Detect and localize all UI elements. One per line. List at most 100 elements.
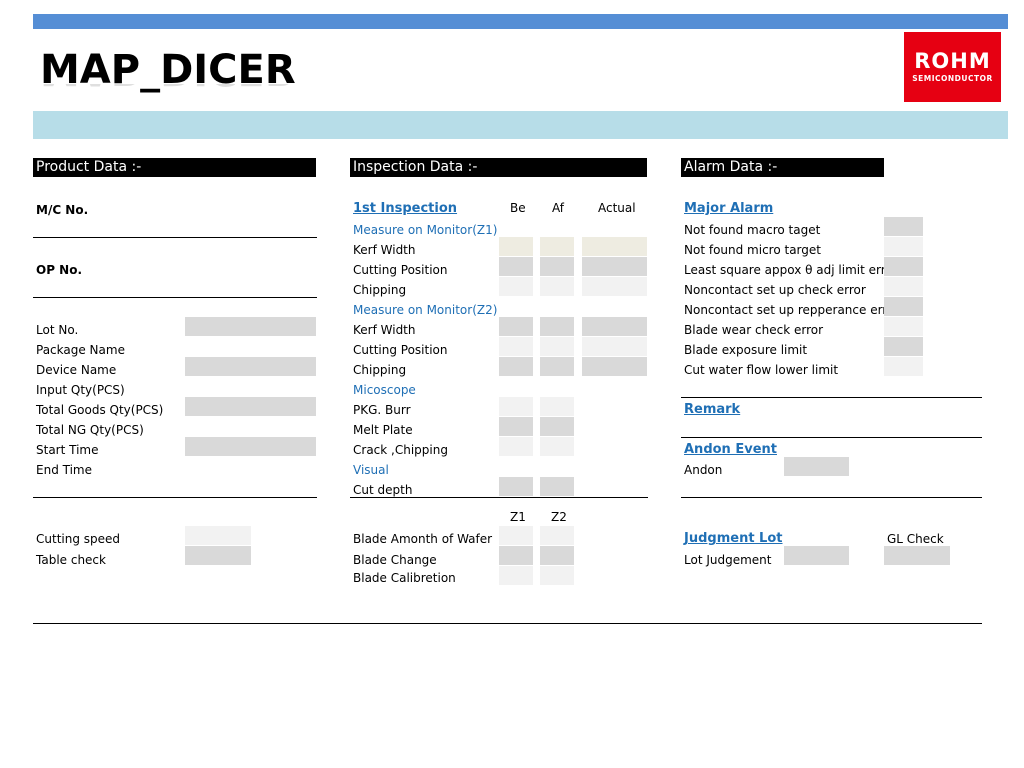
kerf-z2-actual-field[interactable]	[582, 317, 647, 336]
col-af-header: Af	[552, 201, 565, 215]
kerf-z1-af-field[interactable]	[540, 237, 574, 256]
alarm-field[interactable]	[884, 237, 923, 256]
kerf-z1-actual-field[interactable]	[582, 237, 647, 256]
lot-judgement-label: Lot Judgement	[684, 553, 772, 567]
gl-check-label: GL Check	[887, 532, 944, 546]
monitor-z1-label: Measure on Monitor(Z1)	[353, 223, 498, 237]
melt-plate-af-field[interactable]	[540, 417, 574, 436]
pkg-burr-af-field[interactable]	[540, 397, 574, 416]
gl-check-field[interactable]	[884, 546, 950, 565]
crack-af-field[interactable]	[540, 437, 574, 456]
first-inspection-link[interactable]: 1st Inspection	[353, 201, 457, 216]
blade-amount-z1-field[interactable]	[499, 526, 533, 545]
logo-sub-text: SEMICONDUCTOR	[912, 74, 993, 83]
cutting-speed-field[interactable]	[185, 526, 251, 545]
chip-z1-be-field[interactable]	[499, 277, 533, 296]
col-z2-header: Z2	[551, 510, 567, 524]
op-no-label: OP No.	[36, 263, 83, 277]
chip-z2-af-field[interactable]	[540, 357, 574, 376]
start-time-label: Start Time	[36, 443, 99, 457]
package-name-label: Package Name	[36, 343, 125, 357]
inspection-data-header: Inspection Data :-	[350, 158, 647, 177]
device-name-label: Device Name	[36, 363, 117, 377]
alarm-data-header: Alarm Data :-	[681, 158, 884, 177]
cutting-position-z1-label: Cutting Position	[353, 263, 448, 277]
andon-label: Andon	[684, 463, 723, 477]
alarm-item: Cut water flow lower limit	[684, 363, 839, 377]
alarm-field[interactable]	[884, 317, 923, 336]
crack-be-field[interactable]	[499, 437, 533, 456]
divider	[33, 297, 317, 298]
kerf-width-z1-label: Kerf Width	[353, 243, 416, 257]
alarm-field[interactable]	[884, 257, 923, 276]
alarm-field[interactable]	[884, 277, 923, 296]
cutting-speed-label: Cutting speed	[36, 532, 121, 546]
blade-change-z1-field[interactable]	[499, 546, 533, 565]
kerf-z1-be-field[interactable]	[499, 237, 533, 256]
microscope-label: Micoscope	[353, 383, 416, 397]
cutpos-z1-actual-field[interactable]	[582, 257, 647, 276]
andon-event-link[interactable]: Andon Event	[684, 442, 777, 457]
cut-depth-be-field[interactable]	[499, 477, 533, 496]
top-accent-bar	[33, 14, 1008, 29]
product-data-header: Product Data :-	[33, 158, 316, 177]
divider	[350, 497, 648, 498]
major-alarm-link[interactable]: Major Alarm	[684, 201, 773, 216]
remark-link[interactable]: Remark	[684, 402, 740, 417]
sub-header-bar	[33, 111, 1008, 139]
mc-no-label: M/C No.	[36, 203, 89, 217]
lot-no-field[interactable]	[185, 317, 316, 336]
col-z1-header: Z1	[510, 510, 526, 524]
blade-calibration-label: Blade Calibretion	[353, 571, 456, 585]
kerf-z2-be-field[interactable]	[499, 317, 533, 336]
alarm-item: Not found micro target	[684, 243, 821, 257]
blade-amount-z2-field[interactable]	[540, 526, 574, 545]
kerf-z2-af-field[interactable]	[540, 317, 574, 336]
blade-cal-z1-field[interactable]	[499, 566, 533, 585]
total-goods-field[interactable]	[185, 397, 316, 416]
chip-z2-actual-field[interactable]	[582, 357, 647, 376]
alarm-item: Noncontact set up repperance err	[684, 303, 888, 317]
start-time-field[interactable]	[185, 437, 316, 456]
cutpos-z2-be-field[interactable]	[499, 337, 533, 356]
cutpos-z2-actual-field[interactable]	[582, 337, 647, 356]
divider	[33, 237, 317, 238]
alarm-item: Noncontact set up check error	[684, 283, 866, 297]
visual-label: Visual	[353, 463, 389, 477]
device-name-field[interactable]	[185, 357, 316, 376]
alarm-field[interactable]	[884, 217, 923, 236]
chip-z1-af-field[interactable]	[540, 277, 574, 296]
chipping-z2-label: Chipping	[353, 363, 407, 377]
blade-cal-z2-field[interactable]	[540, 566, 574, 585]
andon-field[interactable]	[784, 457, 849, 476]
blade-amount-label: Blade Amonth of Wafer	[353, 532, 493, 546]
lot-judgement-field[interactable]	[784, 546, 849, 565]
alarm-field[interactable]	[884, 297, 923, 316]
crack-chipping-label: Crack ,Chipping	[353, 443, 448, 457]
lot-no-label: Lot No.	[36, 323, 79, 337]
pkg-burr-be-field[interactable]	[499, 397, 533, 416]
chip-z2-be-field[interactable]	[499, 357, 533, 376]
alarm-field[interactable]	[884, 337, 923, 356]
table-check-label: Table check	[36, 553, 106, 567]
alarm-item: Blade exposure limit	[684, 343, 808, 357]
cutpos-z1-af-field[interactable]	[540, 257, 574, 276]
melt-plate-be-field[interactable]	[499, 417, 533, 436]
rohm-logo: ROHM SEMICONDUCTOR	[904, 32, 1001, 102]
alarm-item: Least square appox θ adj limit err	[684, 263, 886, 277]
pkg-burr-label: PKG. Burr	[353, 403, 411, 417]
blade-change-z2-field[interactable]	[540, 546, 574, 565]
cut-depth-af-field[interactable]	[540, 477, 574, 496]
alarm-item: Blade wear check error	[684, 323, 824, 337]
alarm-field[interactable]	[884, 357, 923, 376]
cutpos-z2-af-field[interactable]	[540, 337, 574, 356]
judgment-lot-link[interactable]: Judgment Lot	[684, 531, 783, 546]
page-title-reflection: MAP_DICER	[40, 84, 296, 96]
bottom-divider	[33, 623, 982, 624]
table-check-field[interactable]	[185, 546, 251, 565]
input-qty-label: Input Qty(PCS)	[36, 383, 125, 397]
col-be-header: Be	[510, 201, 526, 215]
cutpos-z1-be-field[interactable]	[499, 257, 533, 276]
kerf-width-z2-label: Kerf Width	[353, 323, 416, 337]
chip-z1-actual-field[interactable]	[582, 277, 647, 296]
